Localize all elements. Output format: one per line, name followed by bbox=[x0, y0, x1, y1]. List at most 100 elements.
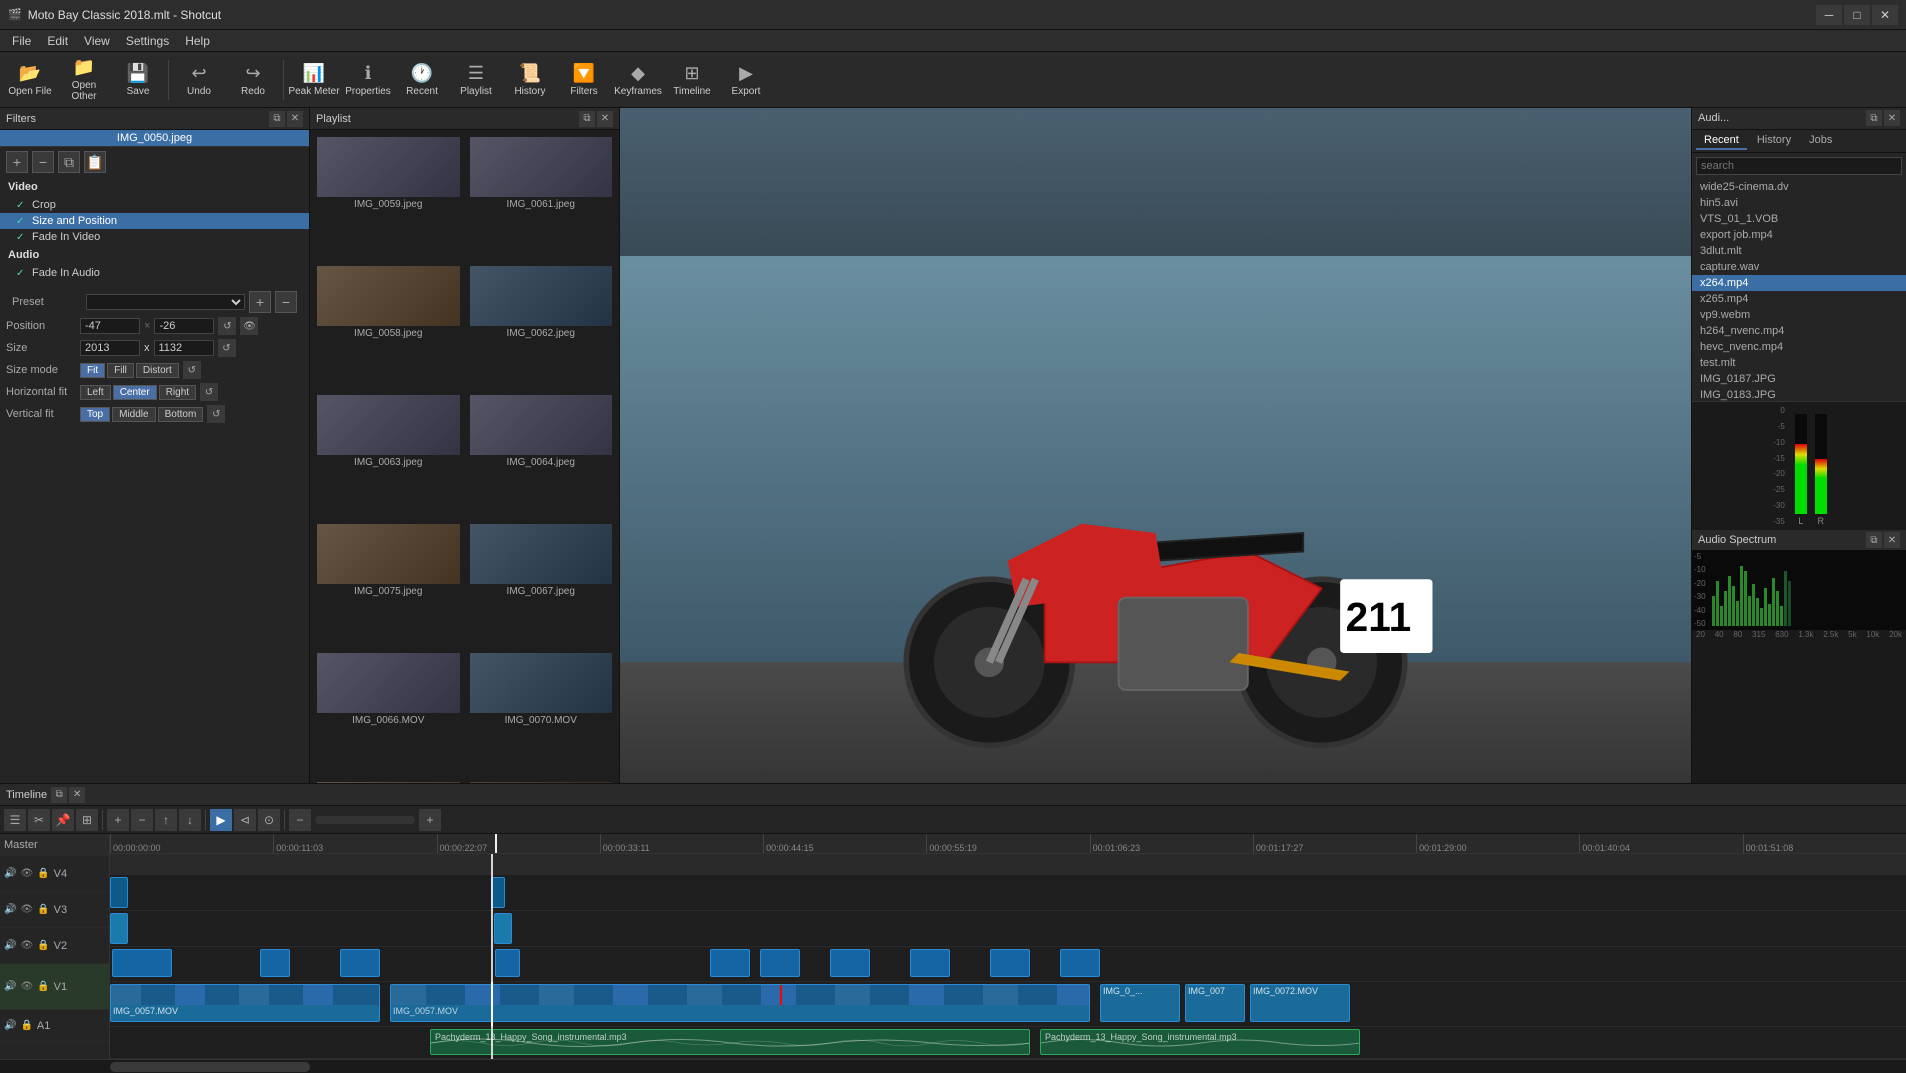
export-button[interactable]: ▶ Export bbox=[720, 55, 772, 105]
recent-item[interactable]: x264.mp4 bbox=[1692, 275, 1906, 291]
filter-copy-button[interactable]: ⧉ bbox=[58, 151, 80, 173]
tl-snap-button[interactable]: 📌 bbox=[52, 809, 74, 831]
track-clip-v1-4[interactable]: IMG_007 bbox=[1185, 984, 1245, 1022]
playlist-close-button[interactable]: ✕ bbox=[597, 111, 613, 127]
track-clip-a1-2[interactable]: Pachyderm_13_Happy_Song_instrumental.mp3 bbox=[1040, 1029, 1360, 1055]
keyframes-button[interactable]: ◆ Keyframes bbox=[612, 55, 664, 105]
spectrum-float[interactable]: ⧉ bbox=[1866, 532, 1882, 548]
track-v1-eye[interactable]: 👁 bbox=[20, 981, 33, 992]
track-clip[interactable] bbox=[910, 949, 950, 977]
track-a1-lock[interactable]: 🔒 bbox=[20, 1020, 32, 1031]
track-clip[interactable] bbox=[494, 913, 512, 944]
list-item[interactable]: IMG_0058.jpeg bbox=[312, 261, 465, 390]
filter-item-crop[interactable]: ✓ Crop bbox=[0, 197, 309, 213]
position-y-input[interactable] bbox=[154, 318, 214, 334]
redo-button[interactable]: ↪ Redo bbox=[227, 55, 279, 105]
recent-item[interactable]: export job.mp4 bbox=[1692, 227, 1906, 243]
recent-item[interactable]: VTS_01_1.VOB bbox=[1692, 211, 1906, 227]
tl-playhead-button[interactable]: ▶ bbox=[210, 809, 232, 831]
list-item[interactable]: IMG_0061.jpeg bbox=[465, 132, 618, 261]
scrollbar-thumb[interactable] bbox=[110, 1062, 310, 1072]
size-w-input[interactable] bbox=[80, 340, 140, 356]
track-clip[interactable] bbox=[110, 913, 128, 944]
playlist-button[interactable]: ☰ Playlist bbox=[450, 55, 502, 105]
filters-float-button[interactable]: ⧉ bbox=[269, 111, 285, 127]
preset-select[interactable] bbox=[86, 294, 245, 310]
preset-add-button[interactable]: + bbox=[249, 291, 271, 313]
v-fit-bottom[interactable]: Bottom bbox=[158, 407, 204, 422]
track-clip[interactable] bbox=[990, 949, 1030, 977]
track-v4-audio[interactable]: 🔊 bbox=[4, 868, 16, 879]
track-clip[interactable] bbox=[830, 949, 870, 977]
tl-scrub-button[interactable]: ⊙ bbox=[258, 809, 280, 831]
filter-remove-button[interactable]: − bbox=[32, 151, 54, 173]
track-v4-lock[interactable]: 🔒 bbox=[37, 868, 49, 879]
track-clip[interactable] bbox=[760, 949, 800, 977]
track-v2-lock[interactable]: 🔒 bbox=[37, 940, 49, 951]
size-reset-button[interactable]: ↺ bbox=[218, 339, 236, 357]
recent-item[interactable]: 3dlut.mlt bbox=[1692, 243, 1906, 259]
menu-edit[interactable]: Edit bbox=[39, 32, 76, 50]
timeline-scrollbar[interactable] bbox=[0, 1059, 1906, 1073]
menu-settings[interactable]: Settings bbox=[118, 32, 177, 50]
tl-zoom-in-button[interactable]: + bbox=[419, 809, 441, 831]
track-v1-audio[interactable]: 🔊 bbox=[4, 981, 16, 992]
list-item[interactable]: IMG_0059.jpeg bbox=[312, 132, 465, 261]
peak-meter-button[interactable]: 📊 Peak Meter bbox=[288, 55, 340, 105]
v-fit-top[interactable]: Top bbox=[80, 407, 110, 422]
list-item[interactable]: IMG_0062.jpeg bbox=[465, 261, 618, 390]
filter-item-fade-video[interactable]: ✓ Fade In Video bbox=[0, 229, 309, 245]
tl-zoom-slider[interactable] bbox=[315, 816, 415, 824]
track-v2-eye[interactable]: 👁 bbox=[20, 940, 33, 951]
size-mode-fill[interactable]: Fill bbox=[107, 363, 134, 378]
h-fit-reset-button[interactable]: ↺ bbox=[200, 383, 218, 401]
size-mode-fit[interactable]: Fit bbox=[80, 363, 105, 378]
timeline-button[interactable]: ⊞ Timeline bbox=[666, 55, 718, 105]
h-fit-right[interactable]: Right bbox=[159, 385, 196, 400]
v-fit-middle[interactable]: Middle bbox=[112, 407, 155, 422]
timeline-close[interactable]: ✕ bbox=[69, 787, 85, 803]
track-clip-v1-2[interactable]: IMG_0057.MOV bbox=[390, 984, 1090, 1022]
tab-history[interactable]: History bbox=[1749, 132, 1799, 150]
menu-help[interactable]: Help bbox=[177, 32, 218, 50]
size-h-input[interactable] bbox=[154, 340, 214, 356]
filters-button[interactable]: 🔽 Filters bbox=[558, 55, 610, 105]
track-clip-v1-main[interactable]: IMG_0057.MOV bbox=[110, 984, 380, 1022]
filter-item-sap[interactable]: ✓ Size and Position bbox=[0, 213, 309, 229]
track-clip[interactable] bbox=[495, 949, 520, 977]
track-clip[interactable] bbox=[1060, 949, 1100, 977]
size-mode-distort[interactable]: Distort bbox=[136, 363, 179, 378]
scrollbar-track[interactable] bbox=[110, 1060, 1906, 1073]
recent-item[interactable]: vp9.webm bbox=[1692, 307, 1906, 323]
recent-item[interactable]: IMG_0183.JPG bbox=[1692, 387, 1906, 401]
list-item[interactable]: IMG_0063.jpeg bbox=[312, 390, 465, 519]
menu-view[interactable]: View bbox=[76, 32, 118, 50]
properties-button[interactable]: ℹ Properties bbox=[342, 55, 394, 105]
recent-search-input[interactable] bbox=[1696, 157, 1902, 175]
tl-zoom-out-button[interactable]: − bbox=[289, 809, 311, 831]
tab-recent[interactable]: Recent bbox=[1696, 132, 1747, 150]
close-button[interactable]: ✕ bbox=[1872, 5, 1898, 25]
position-x-input[interactable] bbox=[80, 318, 140, 334]
minimize-button[interactable]: ─ bbox=[1816, 5, 1842, 25]
track-clip[interactable] bbox=[491, 877, 505, 908]
track-clip[interactable] bbox=[710, 949, 750, 977]
size-mode-reset-button[interactable]: ↺ bbox=[183, 361, 201, 379]
tab-jobs[interactable]: Jobs bbox=[1801, 132, 1840, 150]
open-other-button[interactable]: 📁 Open Other bbox=[58, 55, 110, 105]
recent-item[interactable]: x265.mp4 bbox=[1692, 291, 1906, 307]
recent-item[interactable]: h264_nvenc.mp4 bbox=[1692, 323, 1906, 339]
tl-add-track-button[interactable]: + bbox=[107, 809, 129, 831]
h-fit-left[interactable]: Left bbox=[80, 385, 111, 400]
list-item[interactable]: IMG_0067.jpeg bbox=[465, 519, 618, 648]
track-v3-audio[interactable]: 🔊 bbox=[4, 904, 16, 915]
track-clip[interactable] bbox=[112, 949, 172, 977]
filter-add-button[interactable]: + bbox=[6, 151, 28, 173]
tl-down-button[interactable]: ↓ bbox=[179, 809, 201, 831]
recent-item[interactable]: test.mlt bbox=[1692, 355, 1906, 371]
tl-blade-button[interactable]: ✂ bbox=[28, 809, 50, 831]
right-panel-float[interactable]: ⧉ bbox=[1866, 110, 1882, 126]
list-item[interactable]: IMG_0064.jpeg bbox=[465, 390, 618, 519]
list-item[interactable]: IMG_0070.MOV bbox=[465, 648, 618, 777]
track-clip-v1-5[interactable]: IMG_0072.MOV bbox=[1250, 984, 1350, 1022]
